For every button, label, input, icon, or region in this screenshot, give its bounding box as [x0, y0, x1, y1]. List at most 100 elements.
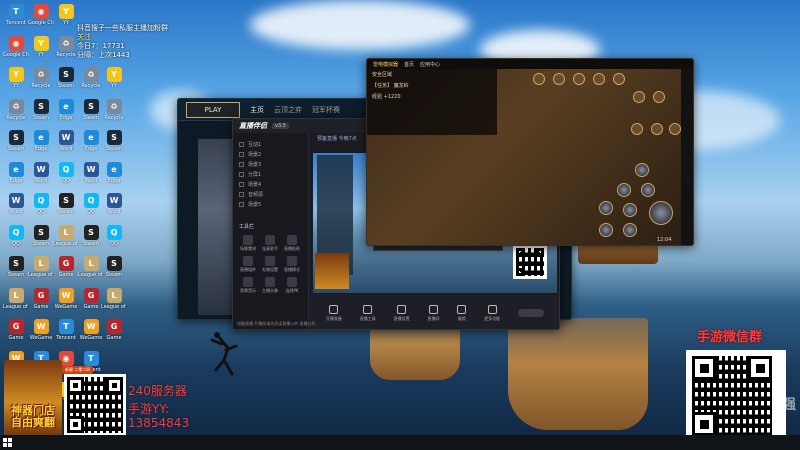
desktop-icon[interactable]: Q QQ: [102, 224, 126, 247]
checkbox-icon[interactable]: [239, 161, 244, 167]
checkbox-icon[interactable]: [239, 191, 244, 197]
desktop-icon[interactable]: W Word: [102, 193, 126, 215]
tool-button[interactable]: 主播头像: [259, 277, 281, 294]
desktop-icon[interactable]: e Edge: [29, 130, 53, 152]
checkbox-icon[interactable]: [239, 151, 244, 157]
desktop-icon[interactable]: ◉Google Chrome: [28, 4, 54, 26]
desktop-icon[interactable]: S Steam: [4, 130, 28, 152]
desktop-icon[interactable]: ◉Google Chrome: [3, 35, 29, 58]
skill-button[interactable]: [623, 223, 637, 237]
game-menu-icon[interactable]: [651, 123, 663, 135]
desktop-icon[interactable]: S Steam: [54, 67, 78, 89]
scene-item[interactable]: 互动1: [233, 139, 308, 149]
desktop-icon[interactable]: ♻ Recycle: [29, 67, 53, 89]
desktop-icon[interactable]: YYY: [4, 67, 28, 89]
desktop-icon[interactable]: e Edge: [102, 161, 126, 184]
desktop-icon[interactable]: S Steam: [29, 98, 53, 121]
bottom-tool-button[interactable]: 直播间: [427, 304, 439, 322]
desktop-icon[interactable]: Q QQ: [54, 161, 78, 184]
desktop-icon[interactable]: S Steam: [29, 224, 53, 247]
desktop-icon[interactable]: LLeague of Legends: [101, 287, 127, 310]
desktop-icon[interactable]: LLeague of Legends: [3, 287, 29, 310]
desktop-icon[interactable]: ♻ Recycle: [102, 98, 126, 121]
desktop-icon[interactable]: LLeague of Legends: [28, 256, 54, 278]
desktop-icon[interactable]: ♻ Recycle: [79, 67, 103, 89]
game-emulator-window[interactable]: 雷电模拟器 首页 应用中心 安全区域 【任务】 魔龙岭 经验 +1220 12:…: [366, 58, 694, 246]
desktop-icon[interactable]: W Word: [29, 161, 53, 184]
scene-item[interactable]: 场景4: [233, 179, 308, 189]
scene-item[interactable]: 场景2: [233, 149, 308, 159]
skill-button[interactable]: [599, 201, 613, 215]
tab-clash[interactable]: 冠军杯赛: [312, 105, 340, 115]
desktop-icon[interactable]: LLeague of Legends: [53, 224, 79, 247]
desktop-icon[interactable]: G Game: [4, 319, 28, 341]
desktop-icon[interactable]: G Game: [102, 319, 126, 341]
tool-button[interactable]: 连线PK: [281, 277, 303, 294]
desktop-icon[interactable]: S Steam: [4, 256, 28, 278]
tab-home[interactable]: 主页: [250, 105, 264, 115]
game-menu-icon[interactable]: [593, 73, 605, 85]
tool-button[interactable]: 场景素材: [237, 235, 259, 252]
skill-button[interactable]: [617, 183, 631, 197]
game-menu-icon[interactable]: [613, 73, 625, 85]
tool-button[interactable]: 直播模式: [281, 256, 303, 273]
desktop-icon[interactable]: W Word: [79, 161, 103, 184]
tool-button[interactable]: 礼物设置: [259, 256, 281, 273]
desktop-icon[interactable]: e Edge: [79, 130, 103, 152]
desktop-icon[interactable]: Q QQ: [29, 193, 53, 215]
bottom-tool-button[interactable]: 直播工具: [360, 304, 376, 322]
desktop-icon[interactable]: YYY: [29, 35, 53, 58]
skill-button[interactable]: [635, 163, 649, 177]
desktop-icon[interactable]: YYY: [54, 4, 78, 26]
skill-button[interactable]: [599, 223, 613, 237]
tool-button[interactable]: 背景音乐: [237, 277, 259, 294]
desktop-icon[interactable]: S Steam: [79, 224, 103, 247]
checkbox-icon[interactable]: [239, 201, 244, 207]
desktop-icon[interactable]: WWeGame: [54, 287, 78, 310]
emulator-tab[interactable]: 首页: [404, 61, 414, 68]
desktop-icon[interactable]: Q QQ: [4, 224, 28, 247]
game-menu-icon[interactable]: [553, 73, 565, 85]
tool-button[interactable]: 直播贴纸: [281, 235, 303, 252]
tool-button[interactable]: 直播组件: [237, 256, 259, 273]
desktop-icon[interactable]: S Steam: [79, 98, 103, 121]
desktop-icon[interactable]: S Steam: [102, 130, 126, 152]
tab-tft[interactable]: 云顶之弈: [274, 105, 302, 115]
game-menu-icon[interactable]: [653, 91, 665, 103]
scene-item[interactable]: 分屏1: [233, 169, 308, 179]
desktop-icon[interactable]: WWeGame: [29, 319, 53, 341]
start-live-button[interactable]: [517, 309, 544, 317]
desktop-icon[interactable]: W Word: [54, 130, 78, 152]
start-button[interactable]: [0, 435, 14, 450]
desktop-icon[interactable]: e Edge: [4, 161, 28, 184]
desktop-icon[interactable]: TTencent: [54, 319, 78, 341]
desktop-icon[interactable]: S Steam: [102, 256, 126, 278]
game-menu-icon[interactable]: [669, 123, 681, 135]
bottom-tool-button[interactable]: 直播设置: [394, 304, 410, 322]
desktop-icon[interactable]: e Edge: [54, 98, 78, 121]
checkbox-icon[interactable]: [239, 141, 244, 147]
bottom-tool-button[interactable]: 更多功能: [484, 304, 500, 322]
emulator-tab[interactable]: 应用中心: [420, 61, 440, 68]
desktop-icon[interactable]: LLeague of Legends: [78, 256, 104, 278]
desktop-icon[interactable]: YYY: [102, 67, 126, 89]
scene-item[interactable]: 音频源: [233, 189, 308, 199]
checkbox-icon[interactable]: [239, 171, 244, 177]
skill-button[interactable]: [641, 183, 655, 197]
desktop-icon[interactable]: TTencent: [4, 4, 28, 26]
skill-button[interactable]: [623, 203, 637, 217]
desktop-icon[interactable]: ♻ Recycle: [4, 98, 28, 121]
game-menu-icon[interactable]: [633, 91, 645, 103]
game-menu-icon[interactable]: [631, 123, 643, 135]
system-tray[interactable]: [760, 435, 800, 450]
tool-button[interactable]: 连麦助手: [259, 235, 281, 252]
play-button[interactable]: PLAY: [186, 101, 240, 118]
scene-item[interactable]: 场景3: [233, 159, 308, 169]
desktop-icon[interactable]: ♻ Recycle: [54, 35, 78, 58]
scene-item[interactable]: 场景5: [233, 199, 308, 209]
attack-button[interactable]: [649, 201, 673, 225]
desktop-icon[interactable]: G Game: [79, 287, 103, 310]
game-menu-icon[interactable]: [573, 73, 585, 85]
desktop-icon[interactable]: S Steam: [54, 193, 78, 215]
desktop-icon[interactable]: WWeGame: [79, 319, 103, 341]
